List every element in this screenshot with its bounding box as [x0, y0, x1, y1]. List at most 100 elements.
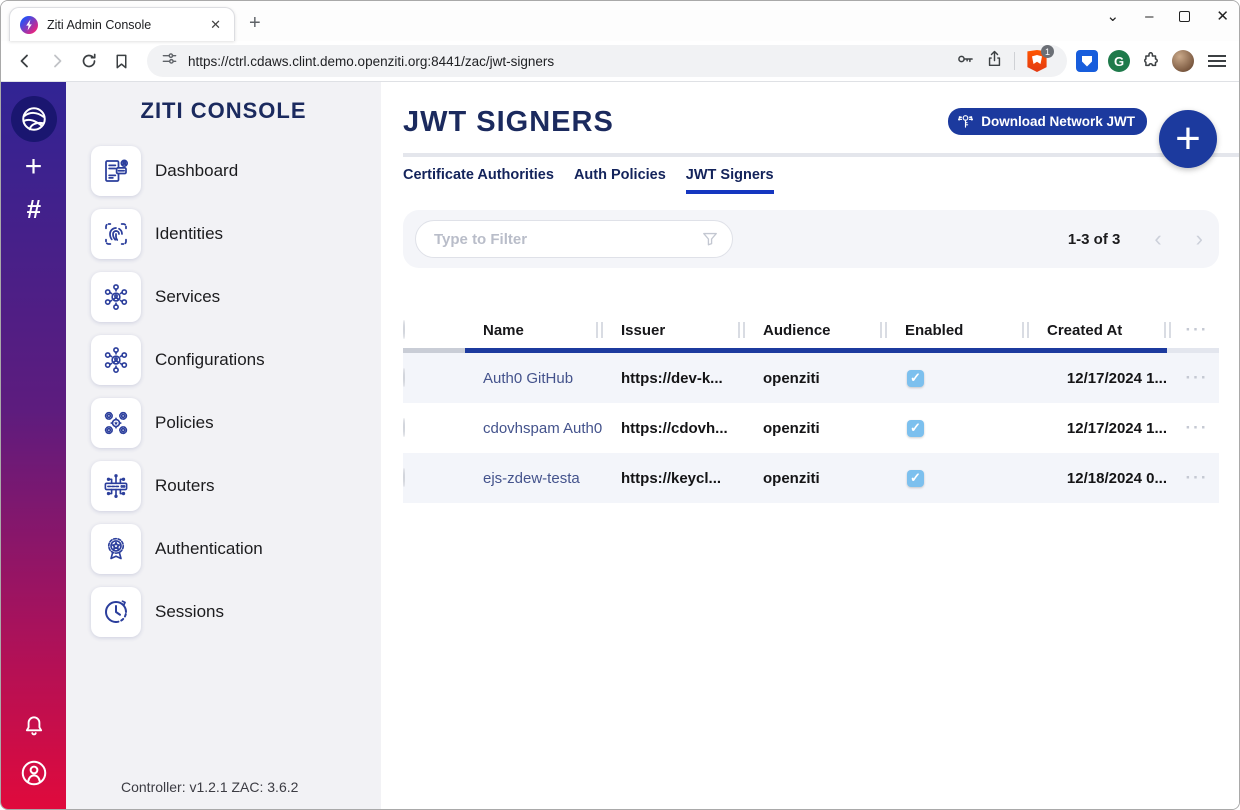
network-key-icon	[957, 113, 974, 130]
routers-icon	[91, 461, 141, 511]
password-key-icon[interactable]	[955, 49, 975, 74]
column-resize-handle[interactable]	[1164, 322, 1171, 338]
row-menu-icon[interactable]: ···	[1171, 418, 1223, 438]
download-network-jwt-button[interactable]: Download Network JWT	[948, 108, 1147, 135]
table-row[interactable]: ejs-zdew-testa https://keycl... openziti…	[403, 453, 1219, 503]
share-icon[interactable]	[985, 49, 1004, 73]
cell-audience: openziti	[745, 470, 887, 487]
new-tab-button[interactable]: +	[249, 12, 261, 35]
add-jwt-signer-button[interactable]: +	[1159, 110, 1217, 168]
services-icon	[91, 272, 141, 322]
pagination-next-icon[interactable]: ›	[1196, 228, 1203, 250]
row-select-radio[interactable]	[403, 468, 405, 487]
sidebar-item-sessions[interactable]: Sessions	[91, 587, 381, 637]
cell-audience: openziti	[745, 420, 887, 437]
rail-add-icon[interactable]: +	[25, 152, 43, 182]
profile-avatar[interactable]	[1171, 49, 1195, 73]
funnel-icon[interactable]	[700, 229, 720, 249]
select-all-radio[interactable]	[403, 320, 405, 339]
filter-input-wrap	[415, 220, 733, 258]
authentication-icon	[91, 524, 141, 574]
column-header-menu-icon[interactable]: ···	[1171, 320, 1223, 340]
enabled-checkbox[interactable]: ✓	[907, 470, 924, 487]
sidebar-item-authentication[interactable]: Authentication	[91, 524, 381, 574]
row-select-radio[interactable]	[403, 418, 405, 437]
back-icon[interactable]	[11, 47, 39, 75]
sidebar-item-policies[interactable]: Policies	[91, 398, 381, 448]
forward-icon[interactable]	[43, 47, 71, 75]
window-maximize-button[interactable]	[1179, 11, 1190, 22]
url-bar[interactable]: https://ctrl.cdaws.clint.demo.openziti.o…	[147, 45, 1067, 77]
cell-name[interactable]: Auth0 GitHub	[465, 370, 603, 387]
tab-strip: Ziti Admin Console ✕ + ⌄ – ✕	[1, 1, 1239, 41]
pagination-prev-icon[interactable]: ‹	[1154, 228, 1161, 250]
column-header-enabled[interactable]: Enabled	[887, 322, 1029, 339]
app-rail: + #	[1, 82, 66, 809]
browser-tab[interactable]: Ziti Admin Console ✕	[9, 7, 235, 41]
cell-created-at: 12/17/2024 1...	[1029, 370, 1171, 387]
enabled-checkbox[interactable]: ✓	[907, 420, 924, 437]
sessions-icon	[91, 587, 141, 637]
version-text: Controller: v1.2.1 ZAC: 3.6.2	[66, 779, 381, 795]
sidebar-item-dashboard[interactable]: Dashboard	[91, 146, 381, 196]
cell-issuer: https://cdovh...	[603, 420, 745, 437]
filter-bar: 1-3 of 3 ‹ ›	[403, 210, 1219, 268]
filter-input[interactable]	[434, 231, 700, 248]
column-header-audience[interactable]: Audience	[745, 322, 887, 339]
notifications-bell-icon[interactable]	[21, 713, 47, 744]
browser-window: Ziti Admin Console ✕ + ⌄ – ✕ https://c	[0, 0, 1240, 810]
policies-icon	[91, 398, 141, 448]
ziti-favicon-icon	[20, 16, 38, 34]
profile-person-icon[interactable]	[19, 758, 49, 793]
tab-jwt-signers[interactable]: JWT Signers	[686, 167, 774, 194]
cell-created-at: 12/18/2024 0...	[1029, 470, 1171, 487]
cell-name[interactable]: cdovhspam Auth0	[465, 420, 603, 437]
column-resize-handle[interactable]	[596, 322, 603, 338]
grammarly-extension-icon[interactable]: G	[1107, 49, 1131, 73]
jwt-signers-table: Name Issuer Audience Enabled Created At …	[403, 312, 1219, 503]
tab-auth-policies[interactable]: Auth Policies	[574, 167, 666, 194]
header-divider	[403, 153, 1239, 157]
cell-name[interactable]: ejs-zdew-testa	[465, 470, 603, 487]
bitwarden-extension-icon[interactable]	[1075, 49, 1099, 73]
sidebar-item-services[interactable]: Services	[91, 272, 381, 322]
tab-search-icon[interactable]: ⌄	[1107, 9, 1120, 24]
column-header-created-at[interactable]: Created At	[1029, 322, 1171, 339]
row-menu-icon[interactable]: ···	[1171, 468, 1223, 488]
table-row[interactable]: Auth0 GitHub https://dev-k... openziti ✓…	[403, 353, 1219, 403]
cell-issuer: https://keycl...	[603, 470, 745, 487]
bookmark-icon[interactable]	[107, 47, 135, 75]
table-header-row: Name Issuer Audience Enabled Created At …	[403, 312, 1219, 348]
sidebar-item-identities[interactable]: Identities	[91, 209, 381, 259]
window-close-button[interactable]: ✕	[1216, 9, 1229, 24]
table-header-underline	[403, 348, 1219, 353]
sidebar: ZITI CONSOLE Dashboard	[66, 82, 381, 809]
menu-icon[interactable]	[1205, 49, 1229, 73]
reload-icon[interactable]	[75, 47, 103, 75]
sidebar-item-configurations[interactable]: Configurations	[91, 335, 381, 385]
row-menu-icon[interactable]: ···	[1171, 368, 1223, 388]
column-header-issuer[interactable]: Issuer	[603, 322, 745, 339]
column-resize-handle[interactable]	[1022, 322, 1029, 338]
identities-icon	[91, 209, 141, 259]
site-settings-icon[interactable]	[161, 50, 178, 72]
row-select-radio[interactable]	[403, 368, 405, 387]
tab-close-icon[interactable]: ✕	[205, 17, 226, 33]
dashboard-icon	[91, 146, 141, 196]
tab-certificate-authorities[interactable]: Certificate Authorities	[403, 167, 554, 194]
console-title: ZITI CONSOLE	[66, 98, 381, 124]
column-header-name[interactable]: Name	[465, 322, 603, 339]
column-resize-handle[interactable]	[880, 322, 887, 338]
url-text[interactable]: https://ctrl.cdaws.clint.demo.openziti.o…	[188, 54, 554, 69]
sidebar-item-routers[interactable]: Routers	[91, 461, 381, 511]
column-resize-handle[interactable]	[738, 322, 745, 338]
pagination: 1-3 of 3 ‹ ›	[1068, 228, 1203, 250]
enabled-checkbox[interactable]: ✓	[907, 370, 924, 387]
ziti-logo-icon[interactable]	[11, 96, 57, 142]
extensions-puzzle-icon[interactable]	[1139, 49, 1163, 73]
browser-toolbar: https://ctrl.cdaws.clint.demo.openziti.o…	[1, 41, 1239, 82]
brave-shield-icon[interactable]: 1	[1025, 49, 1049, 73]
rail-hash-icon[interactable]: #	[26, 196, 40, 222]
window-minimize-button[interactable]: –	[1145, 9, 1153, 24]
table-row[interactable]: cdovhspam Auth0 https://cdovh... openzit…	[403, 403, 1219, 453]
